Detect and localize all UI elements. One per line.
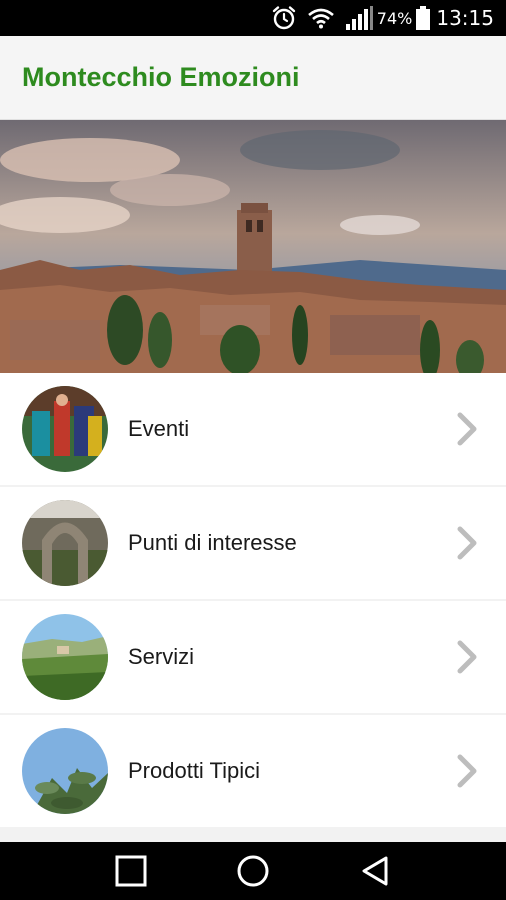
battery-percent: 74% bbox=[376, 8, 413, 28]
menu-item-prodotti-tipici[interactable]: Prodotti Tipici bbox=[0, 715, 506, 827]
chevron-right-icon bbox=[456, 753, 480, 789]
hero-image bbox=[0, 120, 506, 373]
menu-list: Eventi Punti di interesse Servizi Prodot… bbox=[0, 373, 506, 842]
chevron-right-icon bbox=[456, 525, 480, 561]
signal-icon bbox=[345, 6, 373, 30]
battery-icon bbox=[416, 6, 431, 30]
punti-di-interesse-thumbnail bbox=[22, 500, 108, 586]
prodotti-tipici-thumbnail bbox=[22, 728, 108, 814]
menu-item-label: Eventi bbox=[128, 416, 190, 441]
chevron-right-icon bbox=[456, 411, 480, 447]
menu-item-eventi[interactable]: Eventi bbox=[0, 373, 506, 485]
menu-item-servizi[interactable]: Servizi bbox=[0, 601, 506, 713]
status-bar: 74% 13:15 bbox=[0, 0, 506, 36]
recent-apps-icon[interactable] bbox=[111, 851, 151, 891]
menu-item-label: Servizi bbox=[128, 644, 195, 669]
back-icon[interactable] bbox=[355, 851, 395, 891]
menu-item-punti-di-interesse[interactable]: Punti di interesse bbox=[0, 487, 506, 599]
servizi-thumbnail bbox=[22, 614, 108, 700]
clock: 13:15 bbox=[436, 6, 494, 30]
menu-item-label: Punti di interesse bbox=[128, 530, 297, 555]
app-bar: Montecchio Emozioni bbox=[0, 36, 506, 120]
navigation-bar bbox=[0, 842, 506, 900]
wifi-icon bbox=[307, 7, 335, 29]
menu-item-label: Prodotti Tipici bbox=[128, 758, 261, 783]
page-title: Montecchio Emozioni bbox=[22, 62, 300, 92]
home-icon[interactable] bbox=[233, 851, 273, 891]
chevron-right-icon bbox=[456, 639, 480, 675]
alarm-icon bbox=[271, 5, 297, 31]
eventi-thumbnail bbox=[22, 386, 108, 472]
